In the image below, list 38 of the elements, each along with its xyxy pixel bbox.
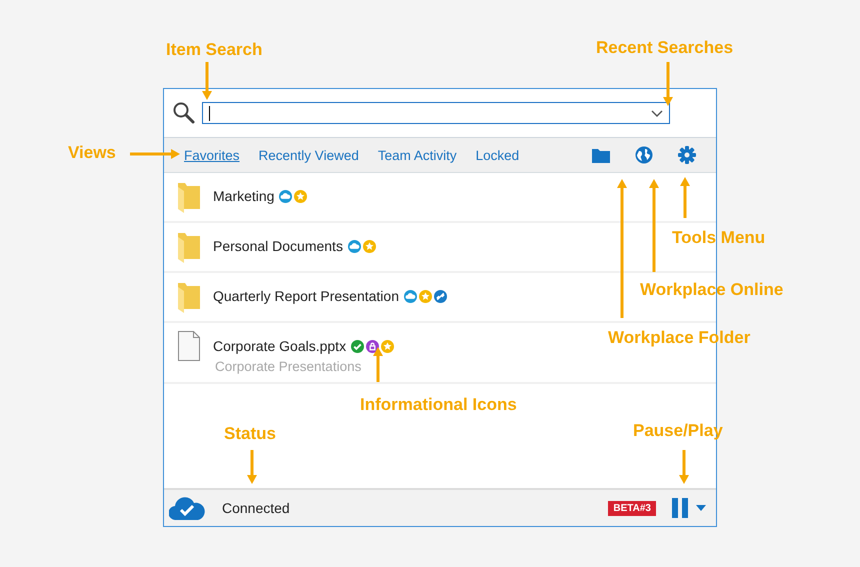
globe-icon[interactable] [635,146,653,164]
callout-arrow [202,62,212,100]
callout-arrow [680,177,690,218]
connection-status: Connected [222,500,290,516]
callout-label: Informational Icons [360,395,517,415]
callout-arrow [373,347,383,382]
folder-icon [178,281,200,313]
callout-label: Status [224,424,276,444]
folder-icon [178,181,200,213]
item-name[interactable]: Corporate Goals.pptx [213,338,346,354]
item-name[interactable]: Personal Documents [213,238,343,254]
beta-badge: BETA#3 [608,500,656,516]
document-icon [178,331,200,361]
callout-label: Recent Searches [596,38,734,58]
item-location: Corporate Presentations [215,359,362,374]
settings-icon[interactable] [678,146,696,164]
cloud-check-icon [169,496,205,520]
folder-icon[interactable] [592,148,610,162]
view-tab[interactable]: Team Activity [378,148,457,162]
callout-arrow [663,62,673,106]
item-name[interactable]: Marketing [213,188,274,204]
item-name[interactable]: Quarterly Report Presentation [213,288,399,304]
search-icon[interactable] [172,101,196,125]
callout-arrow [247,450,257,484]
search-field[interactable] [202,102,670,124]
folder-icon [178,231,200,263]
view-tab[interactable]: Recently Viewed [258,148,359,162]
callout-label: Item Search [166,40,262,60]
callout-arrow [679,450,689,484]
view-tab[interactable]: Locked [476,148,520,162]
dropdown-arrow-icon[interactable] [696,505,706,511]
callout-label: Tools Menu [672,228,766,248]
chevron-down-icon[interactable] [651,110,663,118]
text-cursor [209,106,210,120]
callout-label: Views [68,143,116,163]
callout-arrow [130,149,180,159]
pause-icon[interactable] [672,498,688,518]
view-tab[interactable]: Favorites [184,148,240,162]
